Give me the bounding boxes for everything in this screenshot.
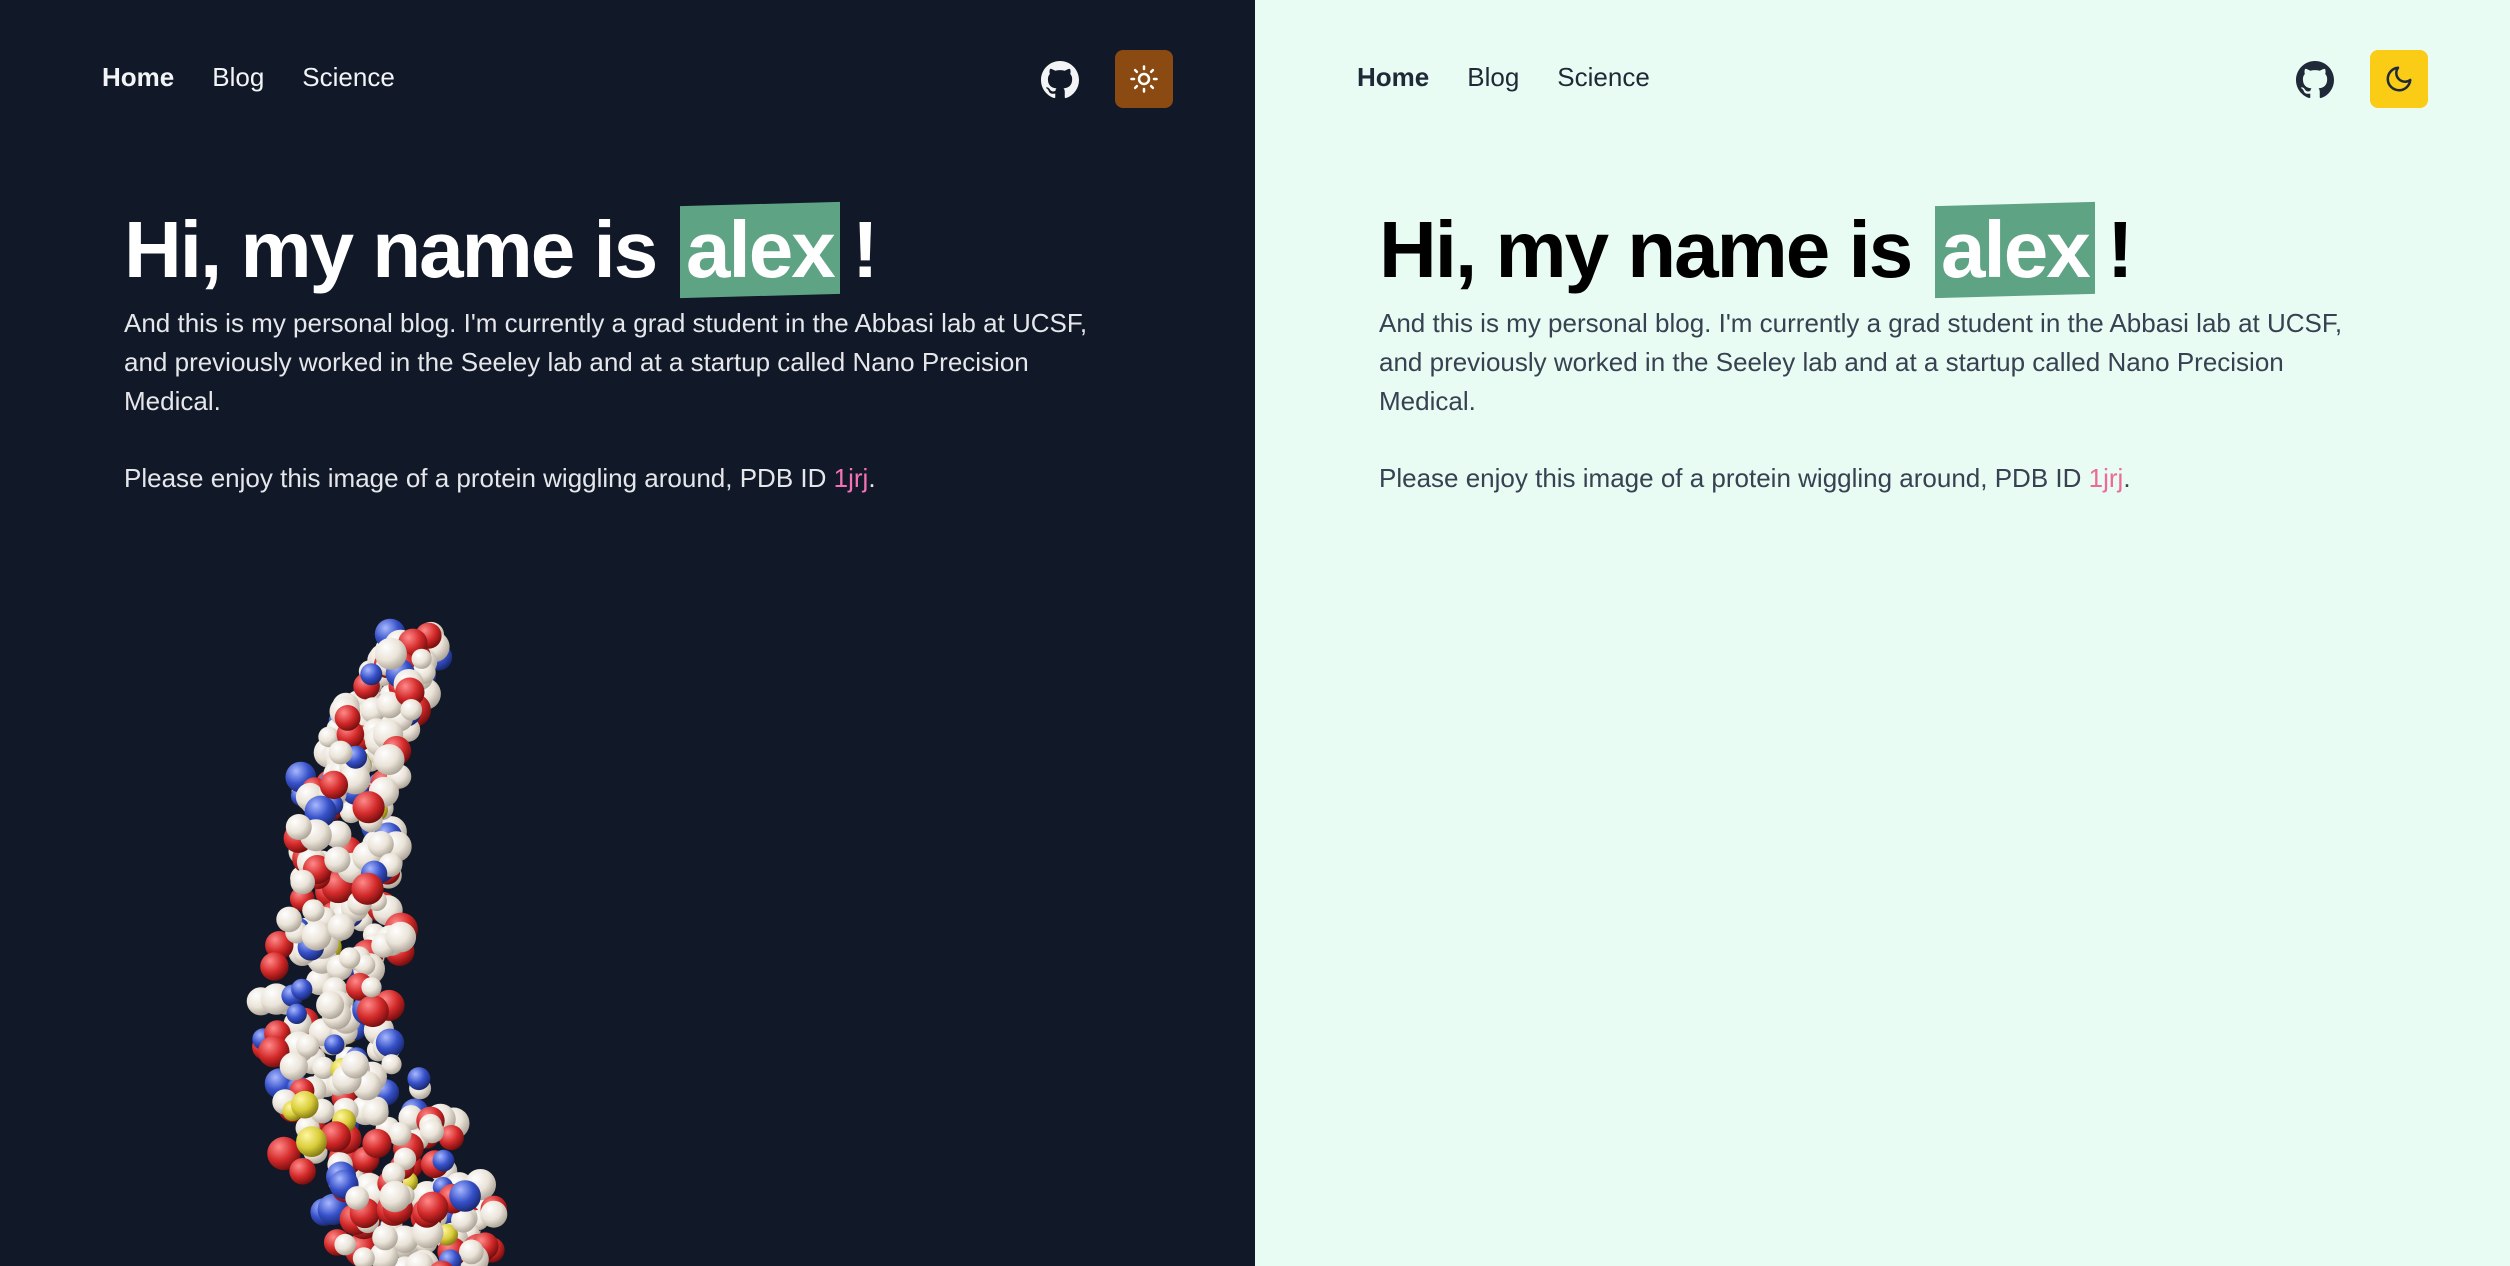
protein-atom [373,744,405,776]
protein-atom [276,906,302,933]
period-text: . [868,463,876,493]
greeting-text: Hi, my name is [1379,205,1913,294]
protein-atom [361,977,382,998]
protein-atom [420,1119,444,1144]
page-title: Hi, my name is alex ! [124,200,1104,300]
nav-science-link[interactable]: Science [302,62,395,93]
intro-paragraph: And this is my personal blog. I'm curren… [1379,308,2343,416]
greeting-text: Hi, my name is [124,205,658,294]
protein-atom [416,1191,449,1224]
period-text: . [2123,463,2131,493]
nav-science-link[interactable]: Science [1557,62,1650,93]
protein-atom [480,1200,508,1228]
github-icon[interactable] [1041,61,1079,99]
protein-atom [285,814,312,840]
theme-toggle-button[interactable] [1115,50,1173,108]
sun-icon [1130,65,1158,93]
name-text: alex [1941,205,2089,294]
protein-atom [361,1098,389,1126]
protein-atom [345,1186,370,1210]
protein-atom [352,791,385,824]
navbar: Home Blog Science [1255,0,2510,160]
protein-atom [385,921,417,953]
nav-blog-link[interactable]: Blog [212,62,264,93]
theme-toggle-button[interactable] [2370,50,2428,108]
page-title: Hi, my name is alex ! [1379,200,2359,300]
exclaim-text: ! [2106,205,2134,294]
protein-text: Please enjoy this image of a protein wig… [124,463,827,493]
protein-atom [296,1126,327,1157]
protein-atom [379,1180,411,1213]
hero-section: Hi, my name is alex ! And this is my per… [124,200,1104,498]
exclaim-text: ! [851,205,879,294]
protein-atom [372,1224,398,1251]
protein-image [246,618,508,1266]
protein-paragraph: Please enjoy this image of a protein wig… [124,459,1104,498]
nav-home-link[interactable]: Home [102,62,174,93]
protein-atom [411,648,432,669]
protein-atom [459,1239,484,1265]
protein-atom [319,770,349,800]
intro-paragraph: And this is my personal blog. I'm curren… [124,308,1088,416]
name-highlight: alex [1935,201,2095,299]
nav-links: Home Blog Science [102,62,395,93]
protein-atom [324,1034,345,1055]
hero-section: Hi, my name is alex ! And this is my per… [1379,200,2359,498]
nav-home-link[interactable]: Home [1357,62,1429,93]
protein-atom [374,637,407,670]
name-highlight: alex [680,201,840,299]
protein-atom [289,1158,316,1185]
protein-atom [360,663,383,686]
protein-atom [286,1003,307,1024]
protein-atom [327,913,355,941]
protein-atom [291,978,313,1000]
navbar: Home Blog Science [0,0,1255,160]
protein-atom [290,869,315,895]
protein-text: Please enjoy this image of a protein wig… [1379,463,2082,493]
nav-links: Home Blog Science [1357,62,1650,93]
protein-atom [324,846,351,873]
protein-atom [362,1128,392,1159]
protein-atom [400,699,423,721]
protein-atom [302,899,325,922]
protein-atom [432,1149,455,1172]
protein-atom [381,1054,402,1075]
protein-atom [351,872,384,905]
dark-theme-panel: Home Blog Science Hi, my name is alex ! … [0,0,1255,1266]
light-theme-panel: Home Blog Science Hi, my name is alex ! … [1255,0,2510,1266]
nav-blog-link[interactable]: Blog [1467,62,1519,93]
protein-atom [328,740,353,765]
protein-atom [341,1050,369,1079]
protein-atom [334,1233,356,1256]
protein-atom [316,991,345,1020]
moon-icon [2386,66,2412,92]
protein-paragraph: Please enjoy this image of a protein wig… [1379,459,2359,498]
pdb-id-link[interactable]: 1jrj [2089,463,2124,493]
protein-atom [375,1028,405,1057]
protein-atom [407,1067,431,1091]
github-icon[interactable] [2296,61,2334,99]
pdb-id-link[interactable]: 1jrj [834,463,869,493]
protein-atom [296,1034,320,1058]
name-text: alex [686,205,834,294]
protein-atom [449,1180,481,1212]
protein-atom [260,952,289,981]
protein-atom [301,920,332,951]
protein-atom [334,705,361,731]
protein-atom [291,1090,319,1119]
protein-atom [339,947,361,969]
protein-atom [356,995,389,1028]
